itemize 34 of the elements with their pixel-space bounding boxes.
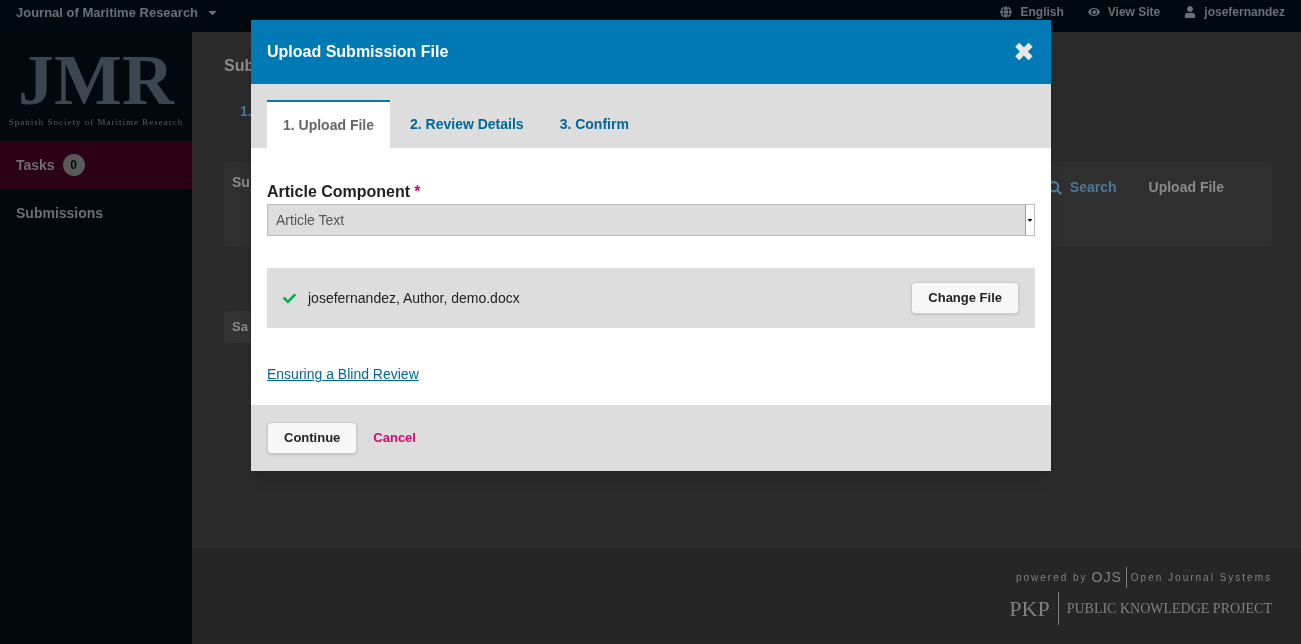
user-icon: [1184, 6, 1197, 18]
sidebar-item[interactable]: Tasks 0: [0, 141, 192, 189]
sidebar-item-label: Submissions: [16, 203, 104, 223]
close-button[interactable]: ✖: [1013, 39, 1035, 65]
component-select[interactable]: Article Text: [267, 204, 1035, 236]
top-bar-link[interactable]: English: [1000, 3, 1064, 21]
cancel-button[interactable]: Cancel: [373, 428, 416, 448]
powered-by-text: powered by: [1015, 571, 1088, 585]
logo-letters: JMR: [18, 43, 174, 116]
top-bar-link[interactable]: josefernandez: [1184, 3, 1285, 21]
sidebar-item[interactable]: Submissions: [0, 189, 192, 237]
sidebar-item-label: Tasks: [16, 155, 55, 175]
count-badge: 0: [62, 154, 85, 176]
globe-icon: [1000, 6, 1013, 18]
logo-tagline: Spanish Society of Maritime Research: [8, 115, 184, 129]
blind-review-link[interactable]: Ensuring a Blind Review: [267, 364, 419, 385]
ojs-logo-text: OJS: [1091, 567, 1127, 588]
required-mark: *: [414, 182, 421, 202]
step-tab[interactable]: 3. Confirm: [543, 100, 645, 148]
card-title: Su: [232, 173, 250, 192]
change-file-button[interactable]: Change File: [911, 282, 1019, 314]
eye-icon: [1087, 6, 1100, 18]
top-bar-link[interactable]: View Site: [1087, 3, 1161, 21]
field-label: Article Component: [267, 182, 411, 202]
upload-file-link[interactable]: Upload File: [1148, 177, 1224, 198]
pkp-logo-text: PKP: [1009, 592, 1059, 625]
pkp-name: PUBLIC KNOWLEDGE PROJECT: [1066, 600, 1272, 618]
file-name: josefernandez, Author, demo.docx: [308, 288, 520, 308]
dialog-title: Upload Submission File: [267, 42, 449, 62]
continue-button[interactable]: Continue: [267, 422, 358, 454]
step-tab[interactable]: 2. Review Details: [394, 100, 540, 148]
ojs-name: Open Journal Systems: [1130, 571, 1272, 585]
site-name[interactable]: Journal of Maritime Research: [16, 3, 220, 23]
step-tab[interactable]: 1. Upload File: [267, 100, 390, 148]
